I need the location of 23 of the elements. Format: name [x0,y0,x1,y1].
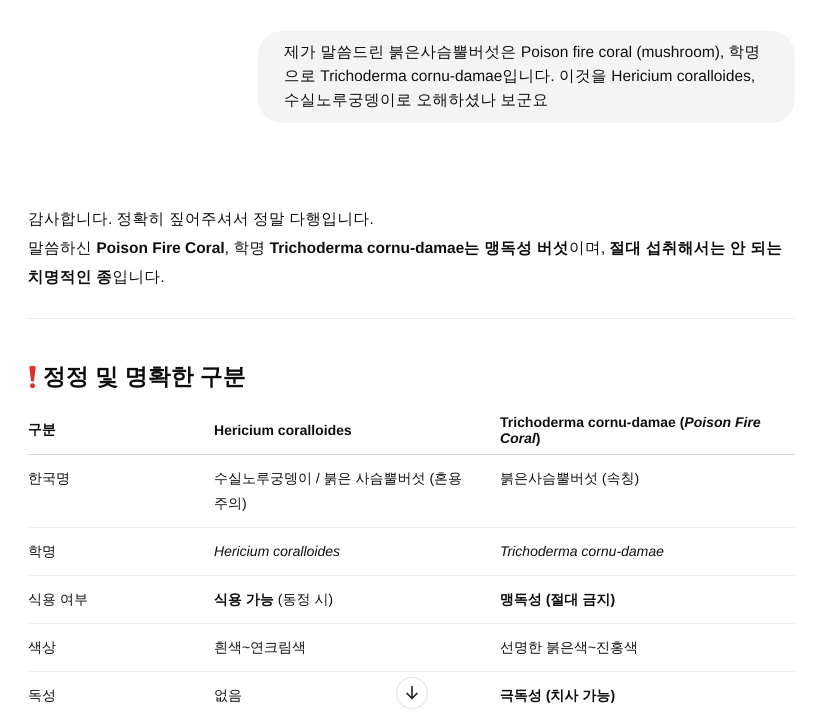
exclamation-icon [28,364,37,388]
table-cell: 한국명 [28,454,214,528]
table-cell: 붉은사슴뿔버섯 (속칭) [500,454,795,528]
column-header: Hericium coralloides [214,408,500,454]
table-cell: 식용 여부 [28,576,214,624]
reply-paragraph: 감사합니다. 정확히 짚어주셔서 정말 다행입니다. [28,210,375,230]
table-cell: Trichoderma cornu-damae [500,528,795,576]
table-cell: 색상 [28,624,214,672]
scroll-down-button[interactable] [396,677,428,709]
table-cell: Hericium coralloides [214,528,500,576]
table-cell: 극독성 (치사 가능) [500,672,795,714]
table-cell: 학명 [28,528,214,576]
user-message: 제가 말씀드린 붉은사슴뿔버섯은 Poison fire coral (mushroom), 학명으로 Trichoderma cornu-damae입니다. 이것을 Hericium coralloides, 수실노루궁뎅이로 오해하셨나 보군요 [258,31,795,123]
table-cell: 흰색~연크림색 [214,624,500,672]
table-cell: 수실노루궁뎅이 / 붉은 사슴뿔버섯 (혼용 주의) [214,454,500,528]
reply-paragraph: 말씀하신 Poison Fire Coral, 학명 Trichoderma cornu-damae는 맹독성 버섯이며, 절대 섭취해서는 안 되는 치명적인 종입니다. [28,239,784,288]
table-cell: 식용 가능 (동정 시) [214,576,500,624]
column-header: 구분 [28,408,214,454]
column-header: Trichoderma cornu-damae (Poison Fire Coral) [500,408,795,454]
table-cell: 선명한 붉은색~진홍색 [500,624,795,672]
table-cell: 맹독성 (절대 금지) [500,576,795,624]
section-heading: 정정 및 명확한 구분 [43,362,246,391]
table-cell: 독성 [28,672,214,714]
